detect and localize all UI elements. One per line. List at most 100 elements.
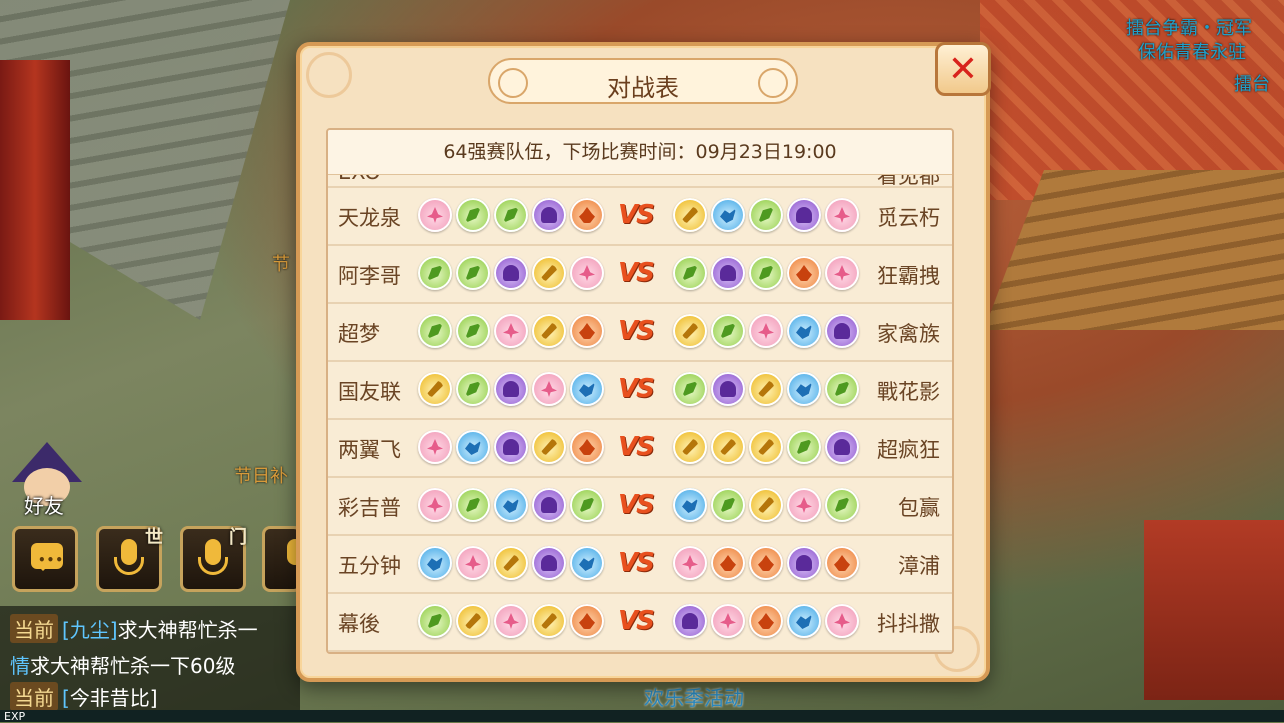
chat-button[interactable]: ••• — [12, 526, 78, 592]
leaf-sect-icon — [673, 256, 707, 290]
leaf-sect-icon — [825, 488, 859, 522]
leaf-sect-icon — [456, 372, 490, 406]
fire-sect-icon — [711, 546, 745, 580]
water-sect-icon — [787, 372, 821, 406]
lotus-sect-icon — [418, 430, 452, 464]
world-voice-button[interactable]: 世 — [96, 526, 163, 592]
close-button[interactable]: ✕ — [935, 42, 991, 96]
right-team-members — [673, 604, 859, 638]
lotus-sect-icon — [825, 604, 859, 638]
match-row[interactable]: 超梦 VS 家禽族 — [328, 304, 952, 362]
leaf-sect-icon — [456, 488, 490, 522]
sword-sect-icon — [532, 314, 566, 348]
fire-sect-icon — [570, 430, 604, 464]
left-team-name: 国友联 — [338, 380, 401, 404]
water-sect-icon — [787, 604, 821, 638]
leaf-sect-icon — [825, 372, 859, 406]
sword-sect-icon — [418, 372, 452, 406]
ghost-sect-icon — [787, 198, 821, 232]
leaf-sect-icon — [456, 314, 490, 348]
sword-sect-icon — [494, 546, 528, 580]
left-team-members — [418, 314, 604, 348]
left-team-name: 彩吉普 — [338, 496, 401, 520]
fire-sect-icon — [749, 604, 783, 638]
pavilion — [1144, 520, 1284, 700]
match-row[interactable]: 两翼飞 VS 超疯狂 — [328, 420, 952, 478]
water-sect-icon — [418, 546, 452, 580]
leaf-sect-icon — [673, 372, 707, 406]
vs-label: VS — [618, 432, 655, 462]
match-row[interactable]: 天龙泉 VS 觅云朽 — [328, 188, 952, 246]
chat-line: 当前 [今非昔比] — [10, 682, 158, 711]
right-team-name: 超疯狂 — [877, 438, 940, 462]
chat-log[interactable]: 当前 [九尘]求大神帮忙杀一 情求大神帮忙杀一下60级 当前 [今非昔比] — [0, 606, 300, 722]
title-plate: 对战表 — [488, 58, 798, 104]
chat-line: 情求大神帮忙杀一下60级 — [10, 654, 236, 678]
faction-voice-button[interactable]: 门 — [180, 526, 247, 592]
ghost-sect-icon — [711, 256, 745, 290]
exp-bar: EXP — [0, 710, 1284, 723]
leaf-sect-icon — [711, 314, 745, 348]
match-row[interactable]: 彩吉普 VS 包赢 — [328, 478, 952, 536]
right-team-name: 抖抖撒 — [877, 612, 940, 636]
left-team-members — [418, 430, 604, 464]
vs-label: VS — [618, 200, 655, 230]
ghost-sect-icon — [711, 372, 745, 406]
sword-sect-icon — [673, 314, 707, 348]
ghost-sect-icon — [825, 314, 859, 348]
right-team-members — [673, 198, 859, 232]
leaf-sect-icon — [456, 256, 490, 290]
event-banner[interactable]: 欢乐季活动 — [644, 682, 744, 711]
left-team-name: 五分钟 — [338, 554, 401, 578]
round-info: 64强赛队伍，下场比赛时间：09月23日19:00 — [328, 130, 952, 175]
water-sect-icon — [787, 314, 821, 348]
fire-sect-icon — [825, 546, 859, 580]
match-row[interactable]: 五分钟 VS 漳浦 — [328, 536, 952, 594]
ghost-sect-icon — [494, 430, 528, 464]
npc-label-1: 节 — [272, 254, 290, 275]
leaf-sect-icon — [749, 256, 783, 290]
water-sect-icon — [711, 198, 745, 232]
ghost-sect-icon — [494, 372, 528, 406]
left-team-members — [418, 546, 604, 580]
left-team-name: 阿李哥 — [338, 264, 401, 288]
sword-sect-icon — [749, 488, 783, 522]
vs-label: VS — [618, 490, 655, 520]
close-icon: ✕ — [947, 49, 979, 90]
left-team-name: 幕後 — [338, 612, 380, 636]
leaf-sect-icon — [787, 430, 821, 464]
lotus-sect-icon — [787, 488, 821, 522]
sword-sect-icon — [532, 604, 566, 638]
match-row[interactable]: 国友联 VS 戰花影 — [328, 362, 952, 420]
water-sect-icon — [570, 372, 604, 406]
match-row[interactable]: 幕後 VS 抖抖撒 — [328, 594, 952, 652]
sword-sect-icon — [673, 430, 707, 464]
sword-sect-icon — [456, 604, 490, 638]
vs-label: VS — [618, 316, 655, 346]
vs-label: VS — [618, 374, 655, 404]
sword-sect-icon — [749, 430, 783, 464]
panel-title: 对战表 — [607, 74, 679, 102]
right-team-name: 包赢 — [898, 496, 940, 520]
left-team-name: 天龙泉 — [338, 206, 401, 230]
lotus-sect-icon — [570, 256, 604, 290]
right-team-name: 看见都 — [877, 174, 940, 188]
leaf-sect-icon — [456, 198, 490, 232]
match-list[interactable]: 64强赛队伍，下场比赛时间：09月23日19:00 EXO 看见都 天龙泉 VS 觅… — [326, 128, 954, 654]
water-sect-icon — [456, 430, 490, 464]
lotus-sect-icon — [418, 198, 452, 232]
leaf-sect-icon — [418, 604, 452, 638]
red-pillar — [0, 60, 70, 320]
ghost-sect-icon — [673, 604, 707, 638]
ghost-sect-icon — [825, 430, 859, 464]
fire-sect-icon — [570, 604, 604, 638]
world-channel-tag: 世 — [145, 527, 163, 548]
right-team-members — [673, 430, 859, 464]
water-sect-icon — [570, 546, 604, 580]
scene-banner-2: 保佑青春永驻 — [1138, 42, 1246, 63]
left-team-name: 超梦 — [338, 322, 380, 346]
right-team-members — [673, 256, 859, 290]
fire-sect-icon — [570, 198, 604, 232]
scene-banner-1: 擂台争霸・冠军 — [1126, 18, 1252, 39]
match-row[interactable]: 阿李哥 VS 狂霸拽 — [328, 246, 952, 304]
